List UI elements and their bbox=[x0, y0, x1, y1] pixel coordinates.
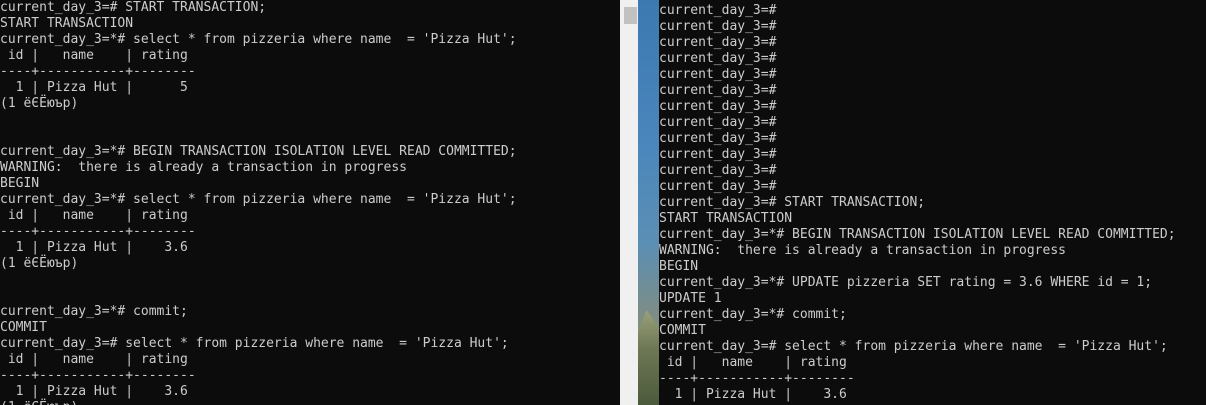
terminal-line: COMMIT bbox=[0, 320, 47, 335]
terminal-line: current_day_3=# bbox=[659, 115, 777, 130]
right-terminal-output[interactable]: current_day_3=# current_day_3=# current_da… bbox=[659, 0, 1206, 403]
terminal-line: (1 ёЄЁюър) bbox=[0, 400, 620, 405]
terminal-line: 1 | Pizza Hut | 3.6 bbox=[0, 384, 188, 399]
terminal-line: current_day_3=# bbox=[659, 131, 777, 146]
desktop-background-image bbox=[638, 0, 659, 405]
terminal-line: current_day_3=*# commit; bbox=[0, 304, 188, 319]
terminal-line: 1 | Pizza Hut | 3.6 bbox=[659, 387, 847, 402]
terminal-line: current_day_3=# bbox=[659, 179, 777, 194]
left-terminal-output[interactable]: current_day_3=# START TRANSACTION; START … bbox=[0, 0, 620, 405]
terminal-line: current_day_3=*# select * from pizzeria … bbox=[0, 192, 517, 207]
terminal-line: current_day_3=*# BEGIN TRANSACTION ISOLA… bbox=[659, 227, 1176, 242]
terminal-line: BEGIN bbox=[659, 259, 699, 274]
terminal-line: id | name | rating bbox=[0, 48, 188, 63]
terminal-line: current_day_3=# select * from pizzeria w… bbox=[659, 339, 1168, 354]
terminal-line: START TRANSACTION bbox=[0, 16, 134, 31]
terminal-line: current_day_3=# bbox=[659, 99, 777, 114]
terminal-line: current_day_3=# bbox=[659, 51, 777, 66]
terminal-line: ----+-----------+-------- bbox=[0, 64, 196, 79]
terminal-line: ----+-----------+-------- bbox=[0, 368, 196, 383]
terminal-line: ----+-----------+-------- bbox=[659, 371, 855, 386]
terminal-line: current_day_3=# START TRANSACTION; bbox=[0, 0, 267, 15]
terminal-line: (1 ёЄЁюър) bbox=[0, 96, 79, 111]
terminal-line: BEGIN bbox=[0, 176, 40, 191]
terminal-line: WARNING: there is already a transaction … bbox=[0, 160, 407, 175]
left-terminal-window[interactable]: current_day_3=# START TRANSACTION; START … bbox=[0, 0, 620, 405]
terminal-line: COMMIT bbox=[659, 323, 706, 338]
terminal-line: 1 | Pizza Hut | 5 bbox=[0, 80, 188, 95]
terminal-line: current_day_3=*# UPDATE pizzeria SET rat… bbox=[659, 275, 1153, 290]
terminal-line: current_day_3=# bbox=[659, 67, 777, 82]
terminal-line: ----+-----------+-------- bbox=[0, 224, 196, 239]
terminal-line: START TRANSACTION bbox=[659, 211, 793, 226]
scrollbar-thumb[interactable] bbox=[624, 7, 637, 24]
right-terminal-window[interactable]: current_day_3=# current_day_3=# current_da… bbox=[659, 0, 1206, 405]
mountain-image bbox=[638, 310, 659, 405]
terminal-line: current_day_3=# bbox=[659, 83, 777, 98]
terminal-line: id | name | rating bbox=[659, 355, 847, 370]
window-divider bbox=[620, 0, 659, 405]
terminal-line: 1 | Pizza Hut | 3.6 bbox=[0, 240, 188, 255]
terminal-line: UPDATE 1 bbox=[659, 291, 722, 306]
terminal-line: id | name | rating bbox=[0, 208, 188, 223]
terminal-line: (1 ёЄЁюър) bbox=[0, 256, 79, 271]
terminal-line: current_day_3=# bbox=[659, 19, 777, 34]
terminal-line: id | name | rating bbox=[0, 352, 188, 367]
terminal-line: current_day_3=# bbox=[659, 163, 777, 178]
terminal-line: current_day_3=# bbox=[659, 147, 777, 162]
terminal-line: current_day_3=# bbox=[659, 35, 777, 50]
terminal-line: current_day_3=# select * from pizzeria w… bbox=[0, 336, 509, 351]
terminal-line: WARNING: there is already a transaction … bbox=[659, 243, 1066, 258]
terminal-line: current_day_3=# START TRANSACTION; bbox=[659, 195, 926, 210]
terminal-line: current_day_3=*# commit; bbox=[659, 307, 847, 322]
terminal-line: current_day_3=*# select * from pizzeria … bbox=[0, 32, 517, 47]
terminal-line: current_day_3=*# BEGIN TRANSACTION ISOLA… bbox=[0, 144, 517, 159]
terminal-line: current_day_3=# bbox=[659, 3, 777, 18]
